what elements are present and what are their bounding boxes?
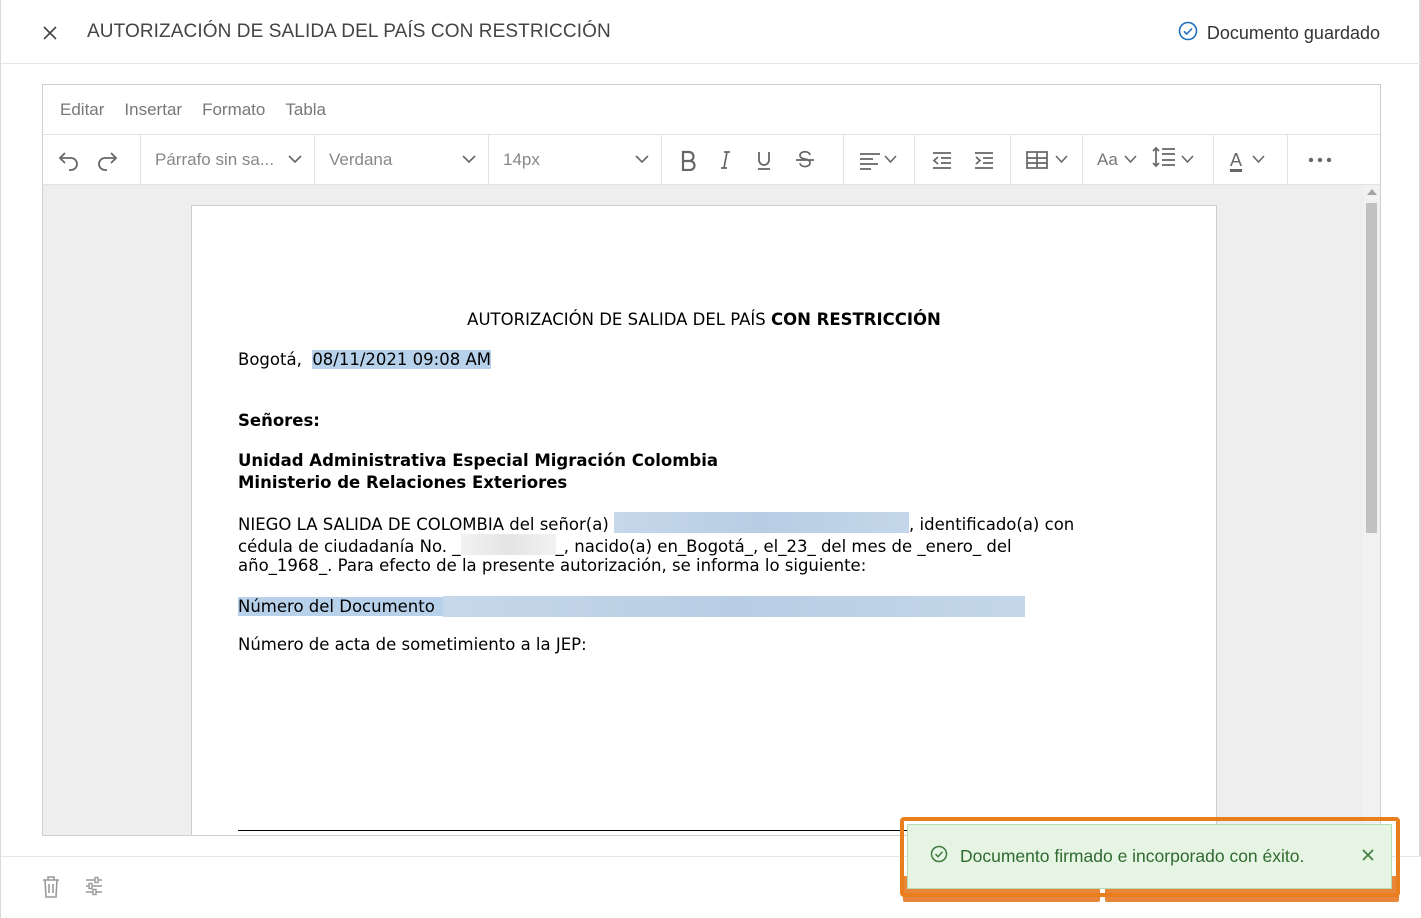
signature-line: [238, 830, 938, 831]
editor-toolbar: Párrafo sin sa... Verdana 14px Aa A: [43, 134, 1380, 185]
text-color-icon[interactable]: A: [1230, 141, 1242, 179]
body-line-2a: cédula de ciudadanía No. _: [238, 537, 461, 556]
body-line-1: NIEGO LA SALIDA DE COLOMBIA del señor(a)…: [238, 512, 1074, 534]
scroll-up-arrow-icon[interactable]: [1367, 189, 1377, 195]
redacted-name: [614, 512, 910, 533]
document-title-normal: AUTORIZACIÓN DE SALIDA DEL PAÍS: [467, 310, 771, 329]
trash-icon[interactable]: [41, 875, 61, 904]
header: AUTORIZACIÓN DE SALIDA DEL PAÍS CON REST…: [1, 0, 1421, 64]
check-circle-icon: [930, 845, 948, 868]
body-line-2: cédula de ciudadanía No. _ _, nacido(a) e…: [238, 534, 1012, 556]
chevron-down-icon: [1252, 151, 1265, 169]
font-family-select[interactable]: Verdana: [315, 134, 489, 185]
datetime-field: 08/11/2021 09:08 AM: [312, 350, 491, 369]
align-group[interactable]: [844, 134, 915, 185]
rich-text-editor: Editar Insertar Formato Tabla Párrafo si…: [42, 84, 1381, 836]
doc-number-label: Número del Documento: [238, 597, 443, 616]
save-status-label: Documento guardado: [1206, 23, 1380, 43]
document-page[interactable]: AUTORIZACIÓN DE SALIDA DEL PAÍS CON REST…: [191, 205, 1217, 835]
more-horizontal-icon[interactable]: [1308, 141, 1332, 179]
text-color-label: A: [1230, 149, 1243, 170]
table-icon[interactable]: [1025, 141, 1049, 179]
table-group[interactable]: [1011, 134, 1083, 185]
document-editor-window: AUTORIZACIÓN DE SALIDA DEL PAÍS CON REST…: [0, 0, 1421, 918]
menu-insertar[interactable]: Insertar: [124, 100, 182, 120]
city-text: Bogotá,: [238, 350, 302, 369]
menu-formato[interactable]: Formato: [202, 100, 265, 120]
outdent-icon[interactable]: [931, 141, 953, 179]
addressee-line-2: Ministerio de Relaciones Exteriores: [238, 473, 568, 492]
chevron-down-icon: [462, 155, 476, 164]
close-icon[interactable]: [1361, 848, 1375, 867]
paragraph-style-value: Párrafo sin sa...: [155, 149, 275, 169]
text-case-label: Aa: [1097, 149, 1118, 169]
close-icon[interactable]: [37, 20, 63, 46]
document-title: AUTORIZACIÓN DE SALIDA DEL PAÍS CON REST…: [192, 310, 1216, 329]
text-style-group: [662, 134, 844, 185]
save-status: Documento guardado: [1178, 21, 1380, 46]
date-line: Bogotá, 08/11/2021 09:08 AM: [238, 350, 491, 369]
font-size-select[interactable]: 14px: [489, 134, 662, 185]
redo-icon[interactable]: [95, 141, 119, 179]
document-canvas[interactable]: AUTORIZACIÓN DE SALIDA DEL PAÍS CON REST…: [43, 185, 1363, 835]
chevron-down-icon: [1181, 151, 1194, 169]
redacted-id: [460, 534, 556, 555]
settings-sliders-icon[interactable]: [84, 875, 104, 902]
menu-editar[interactable]: Editar: [60, 100, 104, 120]
text-case-button[interactable]: Aa: [1097, 141, 1137, 179]
line-height-icon: [1151, 146, 1177, 173]
doc-number-line: Número del Documento: [238, 596, 1025, 617]
page-title: AUTORIZACIÓN DE SALIDA DEL PAÍS CON REST…: [87, 21, 611, 42]
font-size-value: 14px: [503, 149, 540, 169]
strikethrough-icon[interactable]: [794, 141, 816, 179]
chevron-down-icon: [635, 155, 649, 164]
case-lineheight-group: Aa: [1083, 134, 1214, 185]
chevron-down-icon: [288, 155, 302, 164]
redacted-doc-number: [442, 596, 1025, 617]
body-line-1a: NIEGO LA SALIDA DE COLOMBIA del señor(a): [238, 515, 615, 534]
check-circle-icon: [1178, 21, 1198, 46]
italic-icon[interactable]: [718, 141, 734, 179]
align-left-icon[interactable]: [858, 141, 882, 179]
indent-icon[interactable]: [973, 141, 995, 179]
chevron-down-icon: [1055, 151, 1068, 169]
chevron-down-icon: [884, 151, 897, 169]
undo-icon[interactable]: [57, 141, 81, 179]
line-height-button[interactable]: [1151, 141, 1194, 179]
font-family-value: Verdana: [329, 149, 393, 169]
menu-tabla[interactable]: Tabla: [285, 100, 326, 120]
more-options-group: [1288, 135, 1332, 185]
act-number-line: Número de acta de sometimiento a la JEP:: [238, 635, 587, 654]
body-line-3: año_1968_. Para efecto de la presente au…: [238, 556, 867, 575]
history-group: [43, 134, 141, 185]
scroll-thumb[interactable]: [1366, 203, 1377, 533]
success-toast: Documento firmado e incorporado con éxit…: [907, 824, 1392, 889]
body-line-2b: _, nacido(a) en_Bogotá_, el_23_ del mes …: [555, 537, 1012, 556]
bold-icon[interactable]: [678, 141, 698, 179]
indent-group: [915, 134, 1011, 185]
editor-menubar: Editar Insertar Formato Tabla: [43, 85, 1380, 135]
chevron-down-icon: [1124, 151, 1137, 169]
vertical-scrollbar[interactable]: [1363, 185, 1380, 835]
text-color-group[interactable]: A: [1214, 134, 1288, 185]
document-title-bold: CON RESTRICCIÓN: [770, 310, 941, 329]
body-line-1b: , identificado(a) con: [909, 515, 1075, 534]
paragraph-style-select[interactable]: Párrafo sin sa...: [141, 134, 315, 185]
salutation: Señores:: [238, 411, 320, 430]
underline-icon[interactable]: [754, 141, 774, 179]
addressee-line-1: Unidad Administrativa Especial Migración…: [238, 451, 719, 470]
toast-message: Documento firmado e incorporado con éxit…: [960, 846, 1305, 866]
